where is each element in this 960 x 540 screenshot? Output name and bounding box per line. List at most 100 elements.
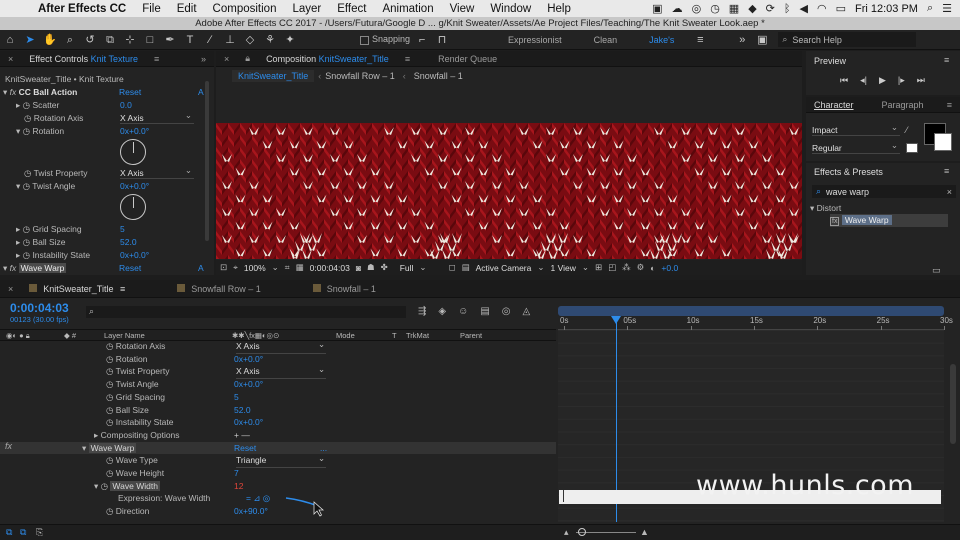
work-area-bar[interactable] [558, 306, 944, 316]
prev-frame-icon[interactable]: ◂| [860, 75, 867, 86]
effect-result-wave-warp[interactable]: fx Wave Warp [830, 214, 948, 227]
play-icon[interactable]: ▶ [879, 75, 886, 86]
workspace-jakes[interactable]: Jake's [633, 35, 690, 45]
twist-angle-dial[interactable] [120, 194, 146, 220]
timeline-row-value[interactable]: 52.0 [234, 404, 251, 417]
region-icon[interactable]: ⌗ [285, 262, 290, 273]
brush-tool-icon[interactable]: ∕ [202, 32, 218, 48]
eraser-tool-icon[interactable]: ◇ [242, 32, 258, 48]
sync-settings-icon[interactable]: ▣ [754, 32, 770, 48]
show-snapshot-icon[interactable]: ☗ [367, 262, 375, 273]
timeline-row[interactable]: ◷ Twist Property X Axis ⌄ [0, 364, 556, 380]
home-icon[interactable]: ⌂ [2, 32, 18, 48]
timeline-row[interactable]: ◷ Grid Spacing 5 [0, 391, 556, 404]
ec-effect-cc-ball-action[interactable]: ▾ fx CC Ball Action Reset A [3, 86, 211, 99]
next-frame-icon[interactable]: |▸ [898, 75, 905, 86]
panel-close-icon[interactable]: × [0, 54, 21, 64]
clock-icon[interactable]: ◷ [710, 2, 720, 15]
snap-magnet-icon[interactable]: ⊓ [434, 32, 450, 48]
snapping-toggle[interactable]: Snapping [360, 34, 410, 45]
sync-icon[interactable]: ⟳ [766, 2, 775, 15]
comp-nav-item[interactable]: KnitSweater_Title [232, 70, 315, 82]
panel-menu-icon[interactable]: ≡ [939, 100, 960, 110]
timeline-row-value[interactable]: + — [234, 429, 250, 442]
type-tool-icon[interactable]: T [182, 32, 198, 48]
panel-overflow-icon[interactable]: » [193, 54, 214, 64]
search-help-field[interactable]: ⌕ Search Help [778, 32, 917, 47]
timeline-timecode[interactable]: 0:00:04:03 [10, 301, 69, 315]
notification-icon[interactable]: ☰ [942, 2, 952, 15]
timeline-tab-knitsweater[interactable]: KnitSweater_Title ≡ [21, 283, 133, 294]
timeline-row[interactable]: ◷ Wave Type Triangle ⌄ [0, 453, 556, 468]
ec-twist-angle-value[interactable]: 0x+0.0° [120, 180, 149, 193]
panel-close-icon[interactable]: × [216, 54, 237, 64]
timeline-row[interactable]: ◷ Instability State 0x+0.0° [0, 416, 556, 429]
timeline-row[interactable]: ◷ Twist Angle 0x+0.0° [0, 378, 556, 391]
panel-menu-icon[interactable]: ≡ [944, 55, 949, 65]
timeline-tab-snowfall-row[interactable]: Snowfall Row – 1 [169, 283, 269, 294]
panel-menu-icon[interactable]: ≡ [397, 54, 418, 64]
zoom-slider-thumb[interactable] [578, 528, 586, 536]
draft-3d-icon[interactable]: ◈ [438, 306, 446, 317]
pick-whip-line[interactable] [282, 494, 342, 524]
comp-mini-flowchart-icon[interactable]: ⇶ [418, 306, 426, 317]
more-workspaces-icon[interactable]: » [734, 32, 750, 48]
tab-composition[interactable]: Composition KnitSweater_Title [258, 54, 397, 64]
timeline-row[interactable]: ▸ Compositing Options + — [0, 429, 556, 442]
menu-animation[interactable]: Animation [374, 3, 441, 15]
timeline-tab-snowfall[interactable]: Snowfall – 1 [305, 283, 384, 294]
tab-render-queue[interactable]: Render Queue [430, 54, 505, 64]
timeline-row[interactable]: ◷ Wave Height 7 [0, 467, 556, 480]
creative-cloud-icon[interactable]: ◎ [692, 2, 702, 15]
menu-view[interactable]: View [442, 3, 483, 15]
battery-icon[interactable]: ▭ [836, 2, 846, 15]
ec-scatter-value[interactable]: 0.0 [120, 99, 132, 112]
new-folder-icon[interactable]: ▭ [932, 265, 941, 276]
menubar-clock[interactable]: Fri 12:03 PM [855, 3, 918, 15]
grid-toggle-icon[interactable]: ▤ [462, 262, 470, 273]
roi-icon[interactable]: ◻ [449, 262, 456, 273]
menu-help[interactable]: Help [539, 3, 579, 15]
menu-layer[interactable]: Layer [284, 3, 329, 15]
selection-tool-icon[interactable]: ➤ [22, 32, 38, 48]
puppet-tool-icon[interactable]: ✦ [282, 32, 298, 48]
zoom-in-icon[interactable]: ▲ [640, 527, 649, 537]
hand-tool-icon[interactable]: ✋ [42, 32, 58, 48]
timeline-row-value[interactable]: 12 [234, 480, 243, 493]
tab-character[interactable]: Character [806, 100, 862, 110]
pan-behind-tool-icon[interactable]: ⊹ [122, 32, 138, 48]
timeline-row-value[interactable]: Reset [234, 442, 256, 455]
timeline-row[interactable]: ◷ Direction 0x+90.0° [0, 505, 556, 518]
comp-nav-item[interactable]: Snowfall Row – 1 [325, 71, 395, 81]
workspace-expressionist[interactable]: Expressionist [492, 35, 578, 45]
magnification-icon[interactable]: ⌖ [233, 262, 238, 273]
rectangle-tool-icon[interactable]: □ [142, 32, 158, 48]
comp-viewer-canvas[interactable] [216, 123, 802, 259]
draft-3d-icon[interactable]: ◰ [608, 262, 616, 273]
zoom-out-icon[interactable]: ▴ [564, 527, 569, 538]
menu-file[interactable]: File [134, 3, 169, 15]
stroke-color-swatch[interactable] [934, 133, 952, 151]
flowchart-icon[interactable]: ⁂ [622, 262, 631, 273]
zoom-select[interactable]: 100% [244, 263, 266, 273]
roto-brush-icon[interactable]: ⚘ [262, 32, 278, 48]
frame-blending-icon[interactable]: ▤ [480, 306, 489, 317]
menu-composition[interactable]: Composition [205, 3, 285, 15]
ec-ball-size-value[interactable]: 52.0 [120, 236, 137, 249]
menu-effect[interactable]: Effect [329, 3, 374, 15]
spotlight-icon[interactable]: ⌕ [927, 2, 933, 15]
views-select[interactable]: 1 View [551, 263, 576, 273]
menu-window[interactable]: Window [482, 3, 539, 15]
camera-tool-icon[interactable]: ⧉ [102, 32, 118, 48]
graph-editor-icon[interactable]: ◬ [523, 306, 531, 317]
volume-icon[interactable]: ◀ [800, 2, 808, 15]
pen-tool-icon[interactable]: ✒ [162, 32, 178, 48]
timeline-row[interactable]: Expression: Wave Width = ⊿ ◎ [0, 492, 556, 505]
last-frame-icon[interactable]: ⏭ [917, 75, 925, 86]
grid-icon[interactable]: ▦ [729, 2, 739, 15]
timeline-row[interactable]: ◷ Ball Size 52.0 [0, 404, 556, 417]
panel-menu-icon[interactable]: ≡ [944, 166, 949, 176]
timeline-row-value[interactable]: 0x+0.0° [234, 353, 263, 366]
snapping-checkbox[interactable] [360, 35, 369, 45]
snap-options-icon[interactable]: ⌐ [414, 32, 430, 48]
